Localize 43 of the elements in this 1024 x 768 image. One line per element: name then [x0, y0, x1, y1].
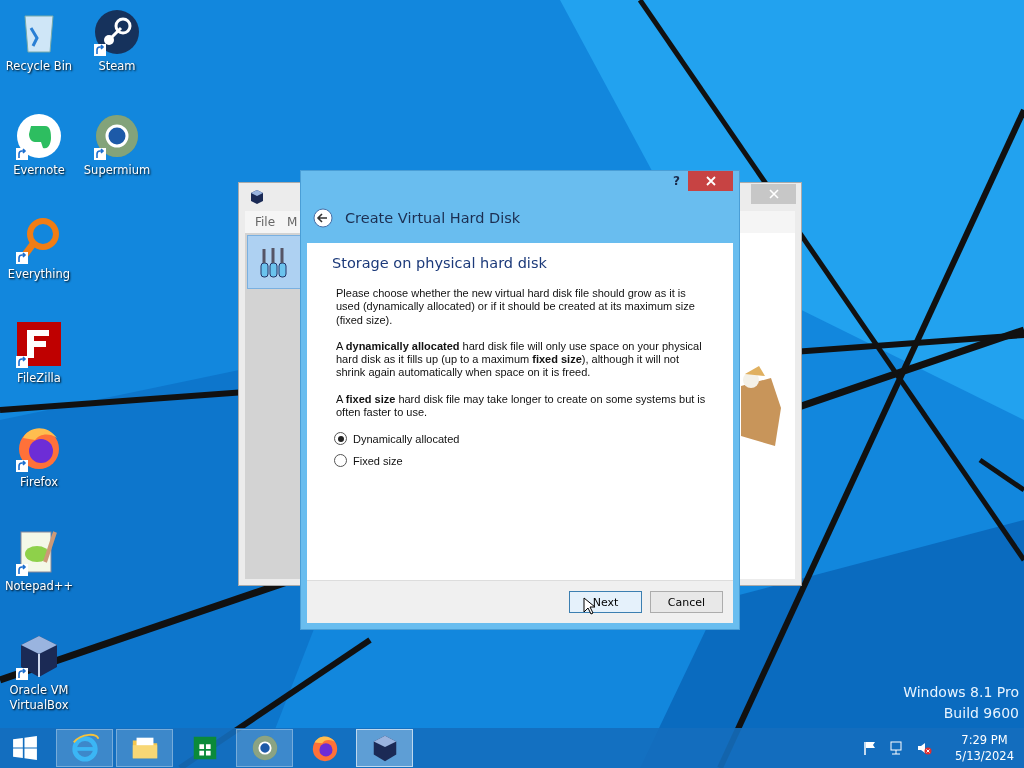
menu-item[interactable]: M	[287, 215, 298, 229]
page-heading: Storage on physical hard disk	[332, 255, 548, 271]
desktop-icon-label[interactable]: Firefox	[1, 475, 77, 490]
radio-label[interactable]: Dynamically allocated	[353, 432, 460, 445]
cube-icon	[249, 189, 265, 205]
description-text: Please choose whether the new virtual hard disk file should grow as it is used (dynamically allocated) or if it should be created at its maximum size (fixed size).	[336, 287, 696, 327]
desktop-icon-label[interactable]: Notepad++	[1, 579, 77, 594]
start-button[interactable]	[12, 735, 38, 761]
edition-text: Windows 8.1 Pro	[903, 684, 1019, 700]
close-icon	[705, 176, 716, 186]
desktop-icon-label[interactable]: Oracle VM VirtualBox	[1, 683, 77, 713]
volume-muted-icon[interactable]	[916, 740, 933, 756]
desktop-icon-label[interactable]: Steam	[79, 59, 155, 74]
radio-label[interactable]: Fixed size	[353, 454, 403, 467]
app-icon[interactable]	[93, 112, 141, 160]
cancel-button[interactable]: Cancel	[650, 591, 723, 613]
tools-icon	[258, 245, 290, 279]
desktop-icon-label[interactable]: Evernote	[1, 163, 77, 178]
clock-time[interactable]: 7:29 PM	[961, 732, 1008, 748]
taskbar-button[interactable]	[356, 729, 413, 767]
menu-item[interactable]: File	[255, 215, 276, 229]
taskbar-button[interactable]	[236, 729, 293, 767]
desktop-icon-label[interactable]: Recycle Bin	[1, 59, 77, 74]
radio-button[interactable]	[334, 432, 347, 446]
clock-date[interactable]: 5/13/2024	[955, 748, 1014, 764]
edition-text: Build 9600	[943, 705, 1019, 721]
close-icon	[768, 189, 779, 199]
tools-item[interactable]	[247, 235, 301, 289]
radio-button[interactable]	[334, 454, 347, 468]
letter-tile-icon[interactable]	[15, 320, 63, 368]
description-text: A fixed size hard disk file may take longer to create on some systems but is often faster to use.	[336, 392, 707, 420]
desktop-icon-label[interactable]: Supermium	[79, 163, 155, 178]
next-button[interactable]: Next	[569, 591, 642, 613]
browser-e-icon	[69, 733, 100, 763]
desktop-icon-label[interactable]: FileZilla	[1, 371, 77, 386]
back-button[interactable]	[313, 208, 333, 228]
desktop-icon-label[interactable]: Everything	[1, 267, 77, 282]
mouse-cursor-icon	[583, 597, 595, 615]
dialog-title: Create Virtual Hard Disk	[345, 210, 521, 226]
description-text: A dynamically allocated hard disk file will only use space on your physical hard disk as it fills up (up to a maximum fixed size), although it will not shrink again automatically when space on it is freed.	[336, 339, 703, 380]
help-button[interactable]: ?	[673, 174, 680, 188]
close-button[interactable]	[688, 171, 733, 191]
app-icon[interactable]	[93, 8, 141, 56]
